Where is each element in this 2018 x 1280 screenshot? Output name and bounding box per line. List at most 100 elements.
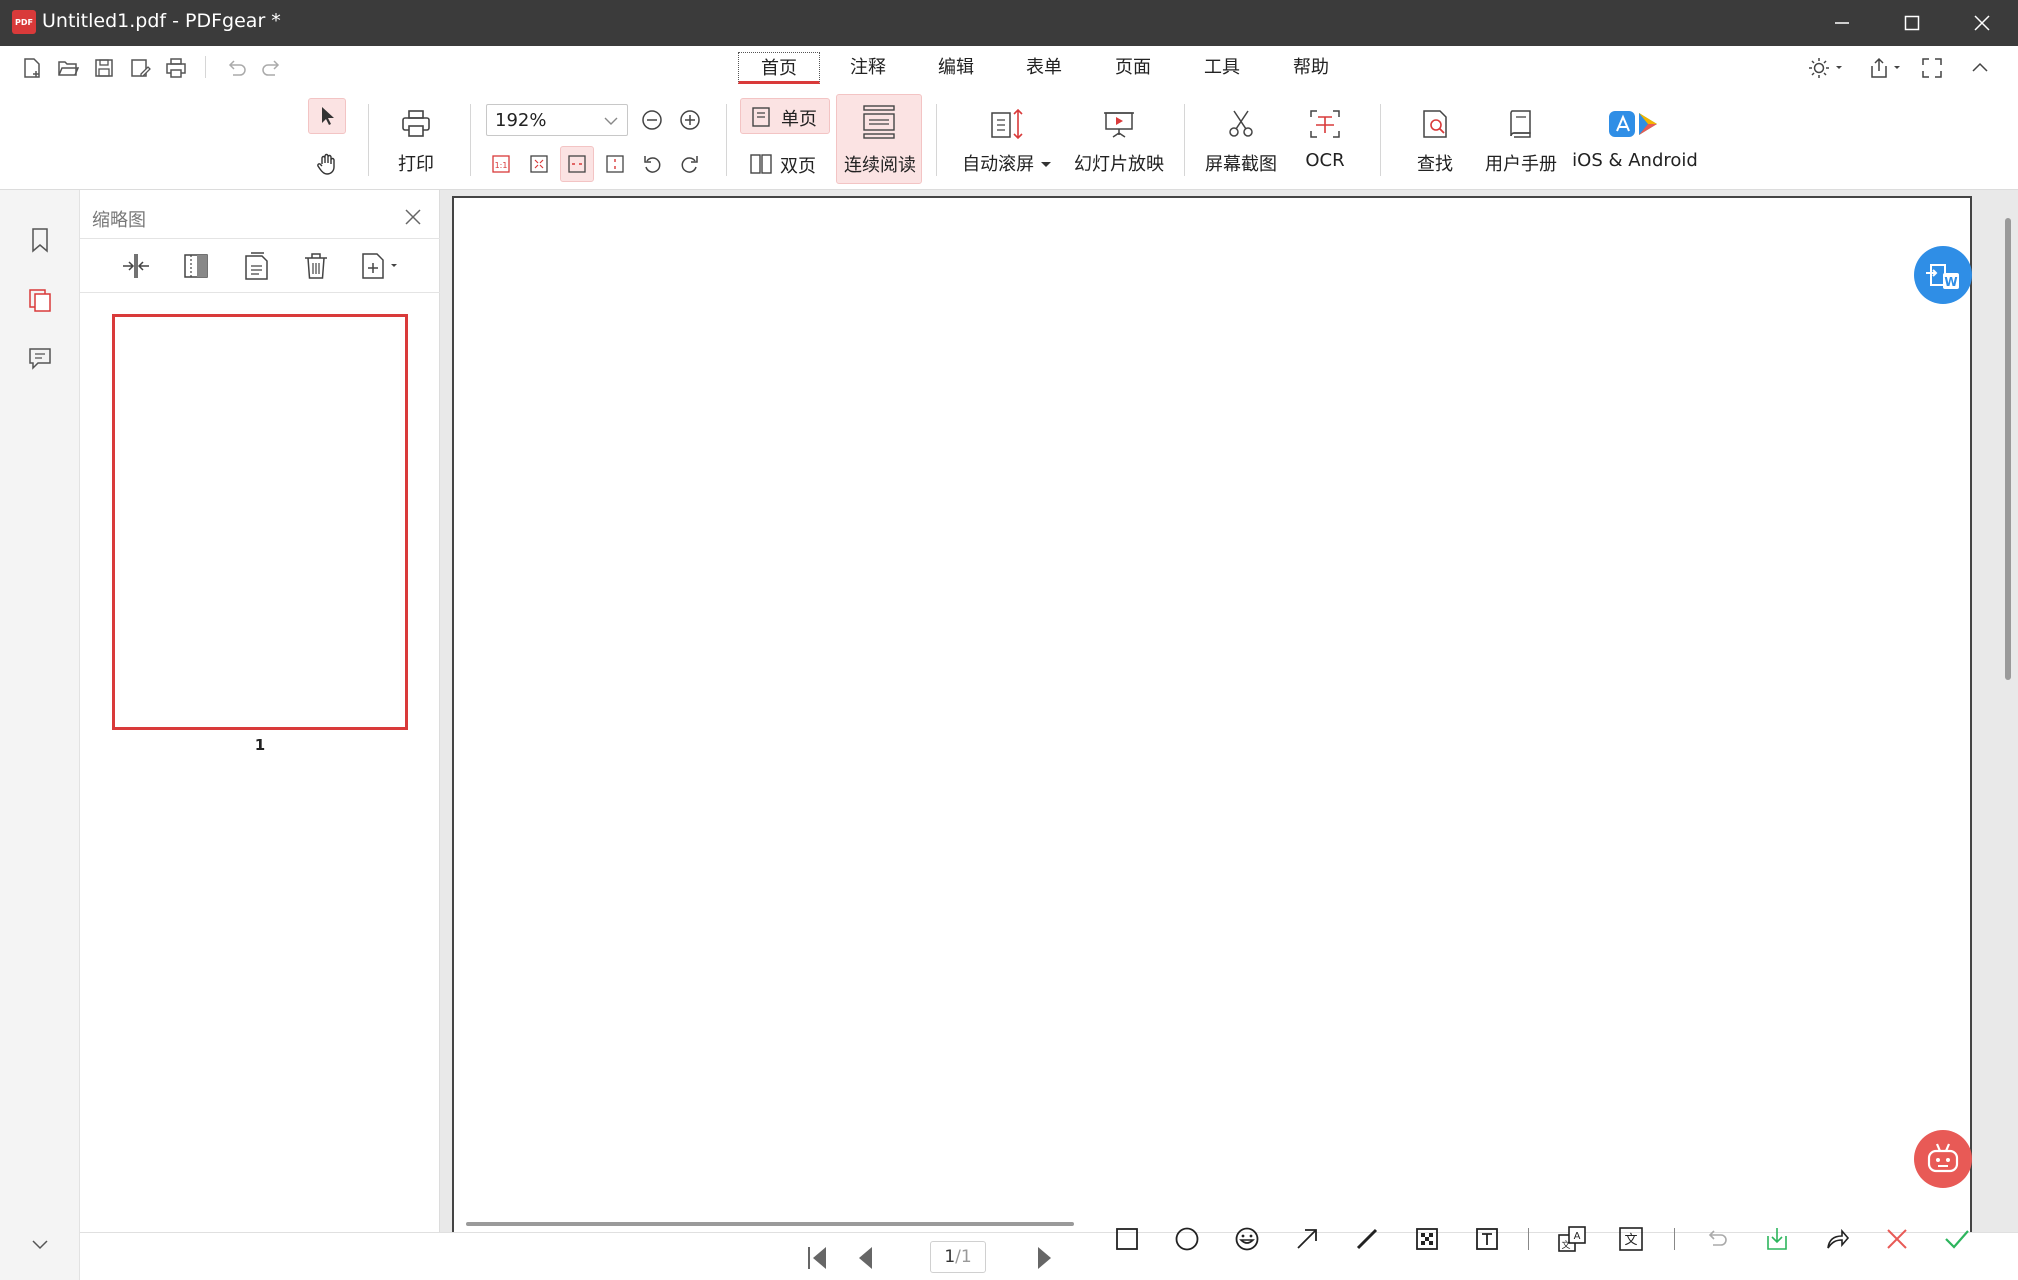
convert-to-word-button[interactable]: W bbox=[1914, 246, 1972, 304]
actual-size-button[interactable]: 1:1 bbox=[486, 148, 516, 180]
mobile-apps-button[interactable] bbox=[1604, 104, 1666, 144]
rotate-right-button[interactable] bbox=[674, 148, 704, 180]
dropdown-arrow-icon bbox=[1040, 162, 1051, 167]
add-page-icon bbox=[362, 253, 397, 279]
confirm-annotation-button[interactable] bbox=[1940, 1222, 1974, 1256]
toolbar-separator bbox=[205, 56, 206, 78]
auto-scroll-button[interactable] bbox=[986, 104, 1028, 144]
fit-width-button[interactable] bbox=[560, 146, 594, 182]
current-page: 1 bbox=[944, 1247, 956, 1267]
rectangle-icon bbox=[1116, 1228, 1138, 1250]
tab-page[interactable]: 页面 bbox=[1105, 52, 1161, 84]
vertical-scrollbar-thumb[interactable] bbox=[2005, 218, 2011, 680]
comments-button[interactable] bbox=[20, 338, 60, 378]
save-download-button[interactable] bbox=[1760, 1222, 1794, 1256]
previous-page-button[interactable] bbox=[848, 1241, 882, 1275]
replace-page-button[interactable] bbox=[236, 246, 276, 286]
book-icon bbox=[1510, 110, 1531, 138]
page-thumbnail[interactable] bbox=[112, 314, 408, 730]
comment-icon bbox=[29, 348, 51, 370]
checkmark-icon bbox=[1945, 1230, 1969, 1249]
new-file-button[interactable] bbox=[18, 54, 46, 82]
save-icon bbox=[95, 59, 113, 77]
tab-home[interactable]: 首页 bbox=[738, 52, 820, 84]
fullscreen-button[interactable] bbox=[1918, 54, 1946, 82]
app-logo-icon: PDF bbox=[12, 10, 36, 34]
screenshot-button[interactable] bbox=[1220, 104, 1262, 144]
ai-assistant-button[interactable] bbox=[1914, 1130, 1972, 1188]
collapse-ribbon-button[interactable] bbox=[1966, 54, 1994, 82]
emoji-tool-button[interactable] bbox=[1230, 1222, 1264, 1256]
slideshow-button[interactable] bbox=[1098, 104, 1140, 144]
fit-page-button[interactable] bbox=[524, 148, 554, 180]
maximize-button[interactable] bbox=[1877, 0, 1947, 46]
share-result-button[interactable] bbox=[1820, 1222, 1854, 1256]
hand-tool-button[interactable] bbox=[308, 146, 346, 182]
redo-button[interactable] bbox=[258, 54, 286, 82]
tab-form[interactable]: 表单 bbox=[1016, 52, 1072, 84]
first-page-button[interactable] bbox=[800, 1241, 834, 1275]
pdf-page[interactable] bbox=[452, 196, 1972, 1232]
save-as-button[interactable] bbox=[126, 54, 154, 82]
arrow-tool-button[interactable] bbox=[1290, 1222, 1324, 1256]
undo-button[interactable] bbox=[222, 54, 250, 82]
zoom-select[interactable]: 192% bbox=[486, 104, 628, 136]
select-tool-button[interactable] bbox=[308, 98, 346, 134]
minimize-button[interactable] bbox=[1807, 0, 1877, 46]
fit-width-icon bbox=[568, 155, 586, 173]
ocr-text-tool-button[interactable]: 文 bbox=[1614, 1222, 1648, 1256]
horizontal-scrollbar-thumb[interactable] bbox=[466, 1222, 1074, 1226]
find-button[interactable] bbox=[1414, 104, 1456, 144]
tab-annotate[interactable]: 注释 bbox=[840, 52, 896, 84]
translate-tool-button[interactable]: A文 bbox=[1554, 1222, 1590, 1256]
annotation-undo-button[interactable] bbox=[1700, 1222, 1734, 1256]
text-tool-button[interactable] bbox=[1470, 1222, 1504, 1256]
quick-print-button[interactable] bbox=[162, 54, 190, 82]
share-button[interactable] bbox=[1864, 54, 1908, 82]
cursor-arrow-icon bbox=[322, 107, 334, 125]
svg-text:文: 文 bbox=[1624, 1233, 1637, 1248]
print-button[interactable] bbox=[396, 104, 436, 144]
rotate-left-button[interactable] bbox=[638, 148, 668, 180]
pen-tool-button[interactable] bbox=[1350, 1222, 1384, 1256]
zoom-in-button[interactable] bbox=[676, 106, 704, 134]
maximize-icon bbox=[1904, 15, 1920, 31]
save-button[interactable] bbox=[90, 54, 118, 82]
cross-icon bbox=[1887, 1229, 1907, 1249]
insert-page-button[interactable] bbox=[176, 246, 216, 286]
single-page-button[interactable]: 单页 bbox=[740, 98, 830, 134]
theme-button[interactable] bbox=[1804, 54, 1848, 82]
tab-edit[interactable]: 编辑 bbox=[928, 52, 984, 84]
fit-height-button[interactable] bbox=[600, 148, 630, 180]
expand-sidebar-button[interactable] bbox=[20, 1230, 60, 1260]
mosaic-tool-button[interactable] bbox=[1410, 1222, 1444, 1256]
continuous-reading-button[interactable]: 连续阅读 bbox=[836, 94, 922, 184]
delete-page-button[interactable] bbox=[296, 246, 336, 286]
zoom-out-icon bbox=[642, 110, 662, 130]
ocr-button[interactable] bbox=[1304, 104, 1346, 144]
tab-tools[interactable]: 工具 bbox=[1194, 52, 1250, 84]
double-page-button[interactable]: 双页 bbox=[740, 146, 830, 182]
bookmarks-button[interactable] bbox=[20, 220, 60, 260]
title-bar: PDF Untitled1.pdf - PDFgear * bbox=[0, 0, 2018, 46]
left-sidebar bbox=[0, 190, 80, 1280]
bookmark-icon bbox=[32, 228, 48, 253]
cancel-annotation-button[interactable] bbox=[1880, 1222, 1914, 1256]
close-panel-button[interactable] bbox=[398, 202, 428, 232]
ocr-label: OCR bbox=[1305, 150, 1345, 171]
zoom-out-button[interactable] bbox=[638, 106, 666, 134]
thumbnails-button[interactable] bbox=[20, 280, 60, 320]
tool-separator bbox=[1528, 1228, 1529, 1250]
redo-icon bbox=[262, 60, 280, 76]
ellipse-tool-button[interactable] bbox=[1170, 1222, 1204, 1256]
text-box-icon bbox=[1476, 1228, 1498, 1250]
user-manual-button[interactable] bbox=[1500, 104, 1542, 144]
add-page-button[interactable] bbox=[356, 246, 406, 286]
next-page-button[interactable] bbox=[1028, 1241, 1062, 1275]
tab-help[interactable]: 帮助 bbox=[1283, 52, 1339, 84]
page-number-input[interactable]: 1/1 bbox=[930, 1241, 986, 1273]
extract-pages-button[interactable] bbox=[116, 246, 156, 286]
close-window-button[interactable] bbox=[1947, 0, 2017, 46]
open-file-button[interactable] bbox=[54, 54, 82, 82]
rectangle-tool-button[interactable] bbox=[1110, 1222, 1144, 1256]
